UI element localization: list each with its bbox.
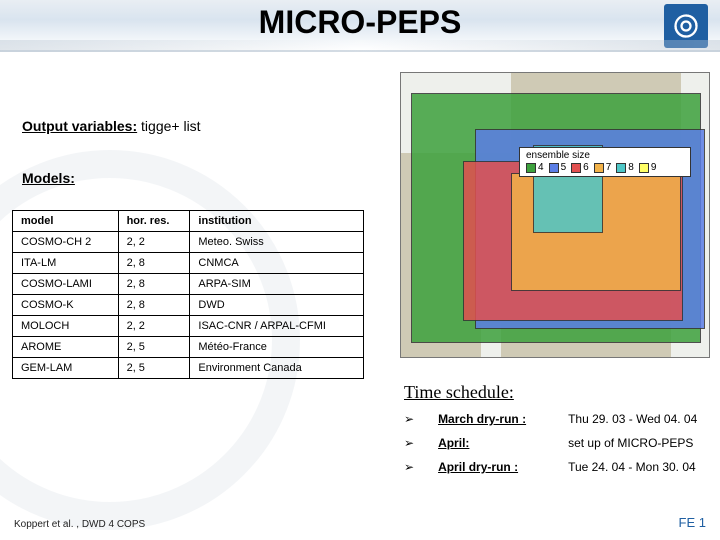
- legend-number: 8: [628, 162, 634, 173]
- table-cell: ARPA-SIM: [190, 274, 364, 295]
- output-variables: Output variables: tigge+ list: [22, 118, 201, 134]
- table-cell: Météo-France: [190, 337, 364, 358]
- table-cell: AROME: [13, 337, 119, 358]
- legend-title: ensemble size: [526, 150, 684, 161]
- schedule-item: ➢ March dry-run : Thu 29. 03 - Wed 04. 04: [404, 412, 697, 426]
- legend-number: 5: [561, 162, 567, 173]
- table-row: MOLOCH2, 2ISAC-CNR / ARPAL-CFMI: [13, 316, 364, 337]
- bullet-arrow-icon: ➢: [404, 436, 414, 450]
- table-cell: DWD: [190, 295, 364, 316]
- table-cell: ISAC-CNR / ARPAL-CFMI: [190, 316, 364, 337]
- table-cell: 2, 2: [118, 316, 190, 337]
- schedule-label: April:: [438, 436, 550, 450]
- table-header: model: [13, 211, 119, 232]
- table-cell: Environment Canada: [190, 358, 364, 379]
- schedule-value: set up of MICRO-PEPS: [568, 436, 693, 450]
- legend-swatch: [549, 163, 559, 173]
- ensemble-legend: ensemble size 4 5 6 7 8 9: [519, 147, 691, 177]
- output-variables-value: tigge+ list: [141, 118, 201, 134]
- table-row: COSMO-K2, 8DWD: [13, 295, 364, 316]
- output-variables-label: Output variables:: [22, 118, 137, 134]
- schedule-value: Thu 29. 03 - Wed 04. 04: [568, 412, 697, 426]
- table-cell: ITA-LM: [13, 253, 119, 274]
- bullet-arrow-icon: ➢: [404, 412, 414, 426]
- legend-swatch: [639, 163, 649, 173]
- table-row: GEM-LAM2, 5Environment Canada: [13, 358, 364, 379]
- table-cell: 2, 8: [118, 295, 190, 316]
- schedule-label: April dry-run :: [438, 460, 550, 474]
- bullet-arrow-icon: ➢: [404, 460, 414, 474]
- legend-swatch: [594, 163, 604, 173]
- schedule-label: March dry-run :: [438, 412, 550, 426]
- schedule-item: ➢ April: set up of MICRO-PEPS: [404, 436, 697, 450]
- ensemble-map: ensemble size 4 5 6 7 8 9: [400, 72, 710, 358]
- table-cell: 2, 2: [118, 232, 190, 253]
- schedule-list: ➢March dry-run :Thu 29. 03 - Wed 04. 04➢…: [404, 412, 697, 484]
- table-cell: CNMCA: [190, 253, 364, 274]
- legend-number: 9: [651, 162, 657, 173]
- header-bar: MICRO-PEPS: [0, 0, 720, 52]
- table-header: institution: [190, 211, 364, 232]
- models-label: Models:: [22, 170, 75, 186]
- table-row: AROME2, 5Météo-France: [13, 337, 364, 358]
- table-cell: COSMO-CH 2: [13, 232, 119, 253]
- legend-number: 4: [538, 162, 544, 173]
- dwd-logo: [664, 4, 708, 48]
- table-row: ITA-LM2, 8CNMCA: [13, 253, 364, 274]
- table-cell: 2, 8: [118, 253, 190, 274]
- table-row: COSMO-CH 22, 2Meteo. Swiss: [13, 232, 364, 253]
- legend-swatch: [526, 163, 536, 173]
- legend-number: 7: [606, 162, 612, 173]
- table-cell: MOLOCH: [13, 316, 119, 337]
- spiral-icon: [671, 11, 701, 41]
- schedule-item: ➢ April dry-run : Tue 24. 04 - Mon 30. 04: [404, 460, 697, 474]
- legend-number: 6: [583, 162, 589, 173]
- table-cell: 2, 5: [118, 358, 190, 379]
- legend-swatch: [571, 163, 581, 173]
- table-cell: COSMO-LAMI: [13, 274, 119, 295]
- table-row: COSMO-LAMI2, 8ARPA-SIM: [13, 274, 364, 295]
- table-cell: Meteo. Swiss: [190, 232, 364, 253]
- slide: MICRO-PEPS Output variables: tigge+ list…: [0, 0, 720, 540]
- models-table: modelhor. res.institution COSMO-CH 22, 2…: [12, 210, 364, 379]
- table-header: hor. res.: [118, 211, 190, 232]
- page-title: MICRO-PEPS: [0, 4, 720, 41]
- table-cell: 2, 8: [118, 274, 190, 295]
- legend-swatch: [616, 163, 626, 173]
- footer-right: FE 1: [679, 515, 706, 530]
- schedule-value: Tue 24. 04 - Mon 30. 04: [568, 460, 696, 474]
- table-cell: 2, 5: [118, 337, 190, 358]
- table-cell: GEM-LAM: [13, 358, 119, 379]
- footer-left: Koppert et al. , DWD 4 COPS: [14, 519, 145, 530]
- table-cell: COSMO-K: [13, 295, 119, 316]
- schedule-title: Time schedule:: [404, 382, 514, 403]
